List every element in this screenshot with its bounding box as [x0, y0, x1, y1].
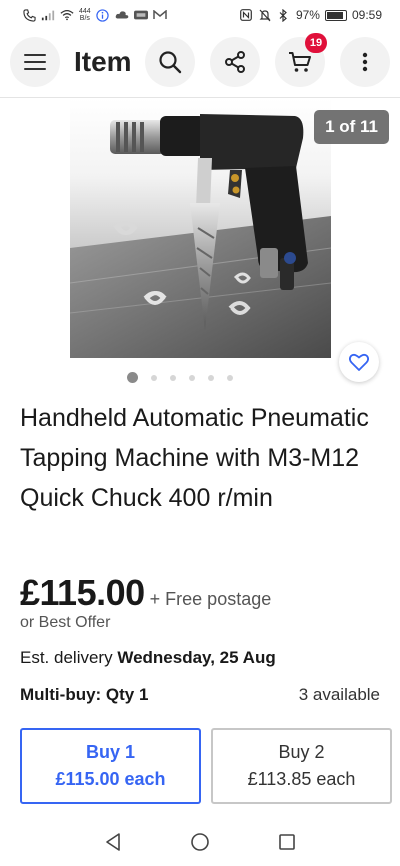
cart-icon: [289, 52, 311, 72]
delivery-estimate: Est. delivery Wednesday, 25 Aug: [20, 648, 276, 668]
phone-icon: [22, 8, 36, 22]
hamburger-menu-icon: [24, 54, 46, 70]
back-nav-button[interactable]: [104, 832, 122, 857]
buy-1-option[interactable]: Buy 1 £115.00 each: [20, 728, 201, 804]
image-counter: 1 of 11: [314, 110, 389, 144]
search-icon: [159, 51, 182, 74]
buy-2-price-label: £113.85 each: [247, 769, 356, 789]
delivery-prefix: Est. delivery: [20, 648, 113, 667]
pagination-dot-active[interactable]: [127, 372, 138, 383]
network-speed-unit: B/s: [79, 15, 90, 22]
status-right: 97% 09:59: [239, 8, 382, 22]
cart-count-badge: 19: [305, 33, 327, 53]
multibuy-row: Multi-buy: Qty 1 3 available: [20, 685, 380, 705]
pagination-dot[interactable]: [189, 374, 195, 381]
item-title: Handheld Automatic Pneumatic Tapping Mac…: [20, 404, 369, 512]
pagination-dot[interactable]: [208, 374, 214, 381]
more-vertical-icon: [362, 52, 368, 72]
buy-1-qty-label: Buy 1: [85, 742, 136, 762]
more-options-button[interactable]: [340, 37, 390, 87]
home-circle-icon: [191, 832, 209, 851]
signal-icon: [41, 8, 55, 22]
product-image[interactable]: [70, 98, 331, 358]
status-bar: 444 B/s 97% 09:59: [0, 0, 400, 30]
gallery-pagination: [0, 372, 400, 383]
multibuy-options: Buy 1 £115.00 each Buy 2 £113.85 each: [20, 728, 392, 804]
item-price: £115.00: [20, 572, 145, 613]
app-header: Item 19: [0, 33, 400, 90]
wifi-icon: [60, 8, 74, 22]
back-triangle-icon: [106, 832, 120, 851]
pneumatic-tapping-machine-illustration: [70, 114, 331, 358]
share-button[interactable]: [210, 37, 260, 87]
mail-icon: [152, 8, 167, 22]
search-button[interactable]: [145, 37, 195, 87]
buy-2-option[interactable]: Buy 2 £113.85 each: [211, 728, 392, 804]
best-offer-text: or Best Offer: [20, 614, 111, 631]
buy-2-qty-label: Buy 2: [278, 742, 325, 762]
silent-icon: [258, 8, 272, 22]
postage-info: + Free postage: [149, 589, 272, 609]
header-actions: 19: [145, 33, 390, 87]
battery-level-fill: [326, 11, 343, 19]
home-nav-button[interactable]: [190, 832, 210, 857]
price-row: £115.00 + Free postage: [20, 572, 271, 614]
recents-square-icon: [279, 833, 295, 850]
battery-percent: 97%: [295, 8, 320, 22]
multibuy-quantity: Multi-buy: Qty 1: [20, 685, 149, 704]
recents-nav-button[interactable]: [278, 833, 296, 856]
network-speed: 444 B/s: [79, 8, 91, 22]
status-left: 444 B/s: [22, 8, 167, 22]
cloud-icon: [115, 8, 129, 22]
heart-icon: [349, 353, 369, 371]
delivery-date: Wednesday, 25 Aug: [117, 648, 276, 667]
share-icon: [225, 51, 245, 73]
info-icon: [96, 8, 110, 22]
cart-button[interactable]: 19: [275, 33, 327, 87]
buy-1-price-label: £115.00 each: [55, 769, 166, 789]
menu-button[interactable]: [10, 37, 60, 87]
pagination-dot[interactable]: [170, 374, 176, 381]
status-time: 09:59: [351, 8, 382, 22]
bluetooth-icon: [277, 8, 291, 22]
network-speed-value: 444: [79, 8, 91, 15]
battery-icon: [324, 9, 347, 21]
nfc-icon: [239, 8, 253, 22]
app-icon: [133, 8, 148, 22]
pagination-dot[interactable]: [227, 374, 233, 381]
image-gallery[interactable]: 1 of 11: [0, 98, 400, 382]
pagination-dot[interactable]: [151, 374, 157, 381]
page-title: Item: [74, 46, 132, 77]
system-nav-bar: [0, 822, 400, 866]
available-quantity: 3 available: [298, 685, 380, 704]
